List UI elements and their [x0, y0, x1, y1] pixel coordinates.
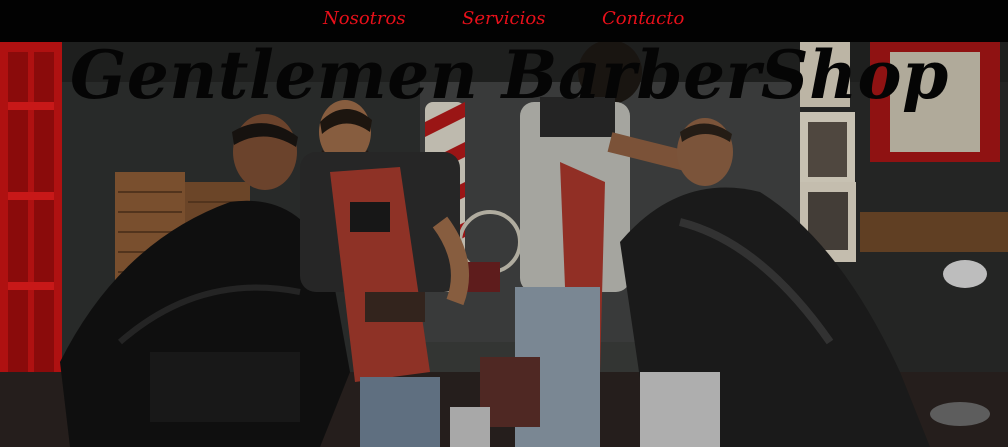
page-title: Gentlemen BarberShop	[70, 36, 949, 114]
nav-link-nosotros[interactable]: Nosotros	[323, 8, 406, 29]
nav-link-contacto[interactable]: Contacto	[602, 8, 684, 29]
nav-link-servicios[interactable]: Servicios	[462, 8, 545, 29]
